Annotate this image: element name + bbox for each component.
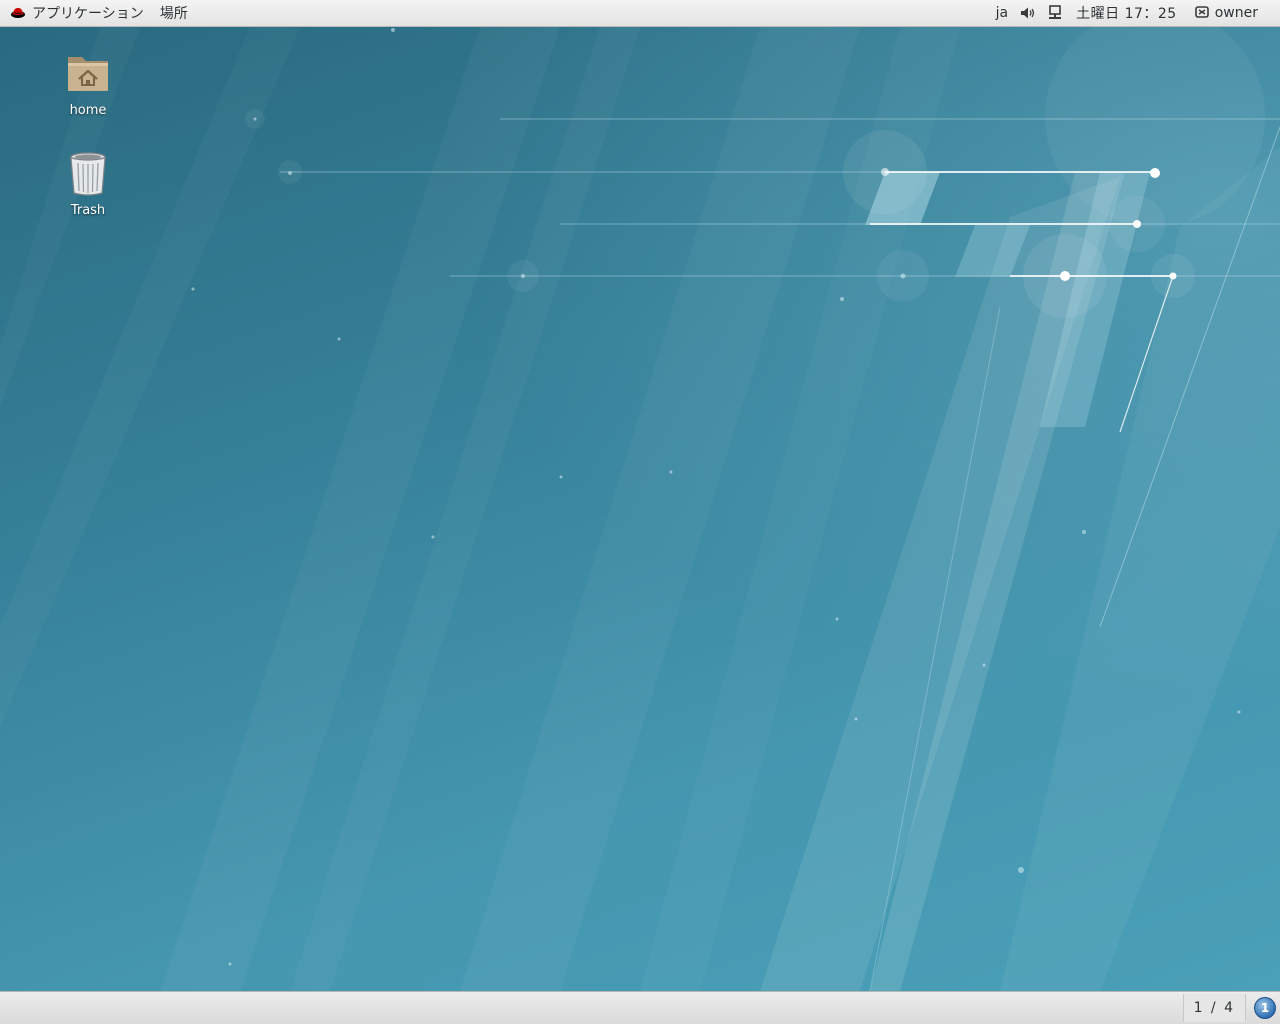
workspace-switcher[interactable]: 1 / 4 <box>1182 994 1246 1022</box>
desktop-icon-home[interactable]: home <box>40 49 136 118</box>
speaker-icon <box>1020 6 1036 20</box>
applications-menu[interactable]: アプリケーション <box>4 0 150 26</box>
user-name: owner <box>1214 5 1258 21</box>
desktop-icon-label: Trash <box>70 203 106 218</box>
network-indicator[interactable] <box>1042 0 1068 26</box>
top-panel: アプリケーション 場所 ja 土曜日 17：25 owner <box>0 0 1280 27</box>
panel-right: ja 土曜日 17：25 owner <box>990 0 1264 26</box>
desktop-icon-trash[interactable]: Trash <box>40 149 136 218</box>
trash-icon <box>64 149 112 197</box>
panel-left: アプリケーション 場所 <box>4 0 194 26</box>
notification-button[interactable]: 1 <box>1254 997 1276 1019</box>
network-icon <box>1048 5 1062 21</box>
desktop-icon-label: home <box>69 103 107 118</box>
bottom-panel: 1 / 4 1 <box>0 991 1280 1024</box>
input-method-label: ja <box>995 5 1009 21</box>
places-menu-label: 場所 <box>159 6 188 22</box>
clock[interactable]: 土曜日 17：25 <box>1068 0 1189 26</box>
notification-count: 1 <box>1260 1001 1270 1015</box>
volume-indicator[interactable] <box>1014 0 1042 26</box>
user-session-icon <box>1194 6 1209 20</box>
input-method-indicator[interactable]: ja <box>990 0 1014 26</box>
places-menu[interactable]: 場所 <box>154 0 194 26</box>
applications-menu-label: アプリケーション <box>32 6 144 22</box>
user-menu[interactable]: owner <box>1189 0 1264 26</box>
desktop-background[interactable]: home Trash <box>0 27 1280 991</box>
wallpaper-graphic <box>160 27 1280 991</box>
redhat-logo-icon <box>10 5 26 21</box>
home-folder-icon <box>64 49 112 97</box>
clock-label: 土曜日 17：25 <box>1076 6 1177 22</box>
workspace-indicator: 1 / 4 <box>1193 1000 1235 1016</box>
